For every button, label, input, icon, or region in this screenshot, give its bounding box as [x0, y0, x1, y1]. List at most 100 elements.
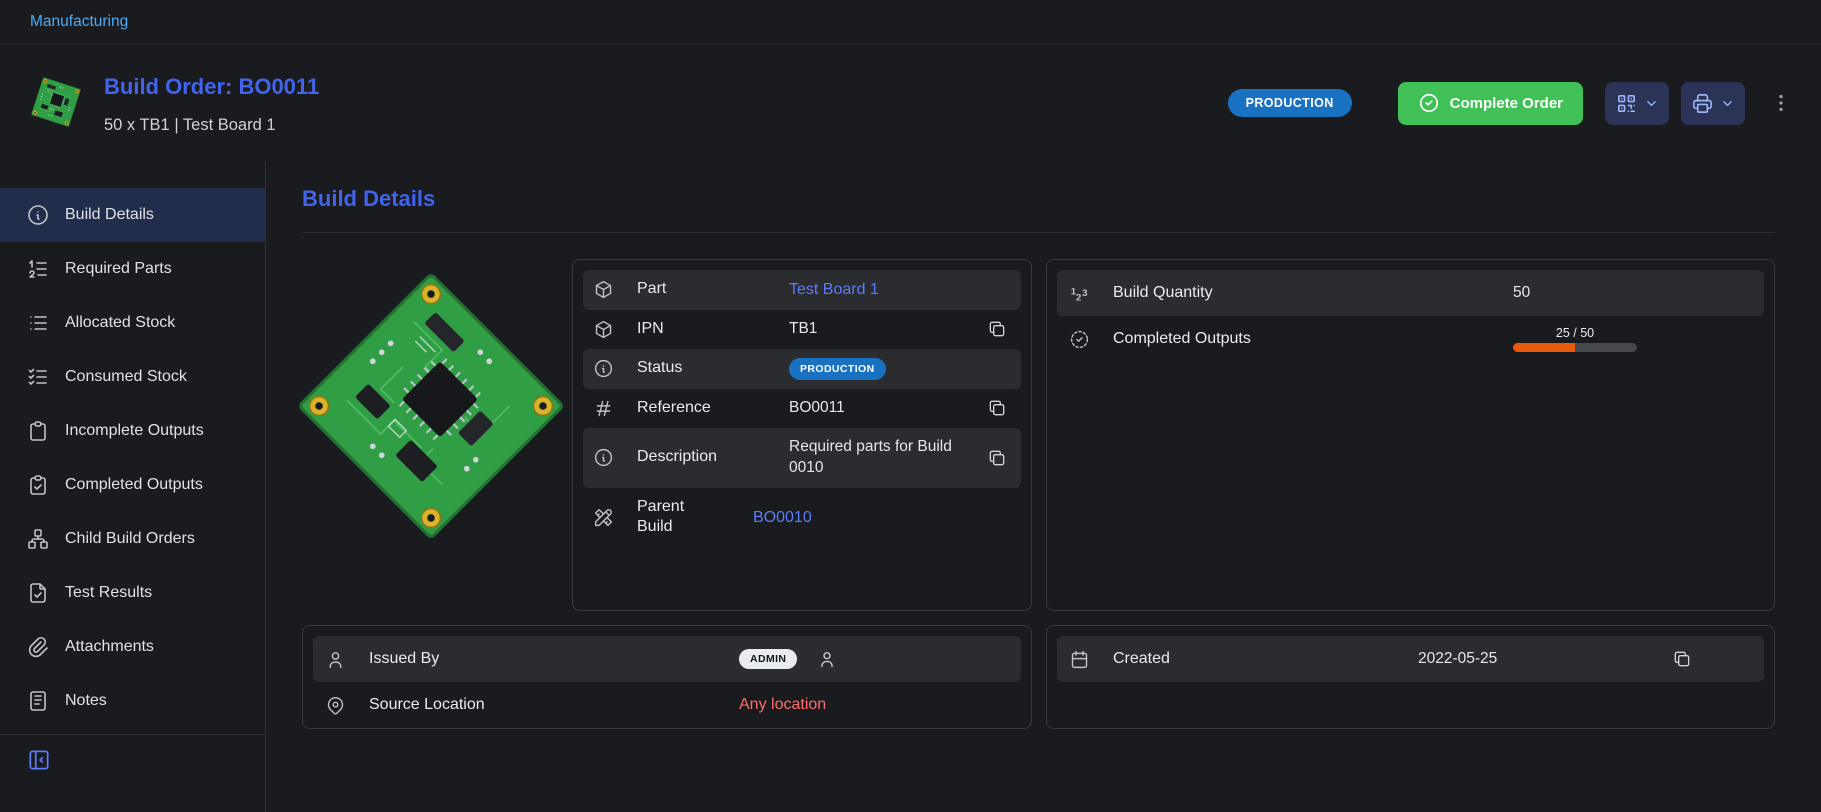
- build-details-panel: Part Test Board 1 IPN TB1 Status: [572, 259, 1032, 611]
- header-actions: PRODUCTION Complete Order: [1228, 82, 1795, 125]
- build-quantity-row: 123 Build Quantity 50: [1057, 270, 1764, 316]
- quantity-panel: 123 Build Quantity 50 Completed Outputs …: [1046, 259, 1775, 611]
- sidebar-item-label: Incomplete Outputs: [65, 422, 204, 440]
- sidebar-item-attachments[interactable]: Attachments: [0, 620, 265, 674]
- pcb-thumbnail-image: [31, 76, 81, 126]
- calendar-icon: [1069, 649, 1113, 670]
- sidebar-footer: [0, 734, 265, 778]
- header-title-group: Build Order: BO0011 50 x TB1 | Test Boar…: [30, 72, 319, 135]
- status-badge: PRODUCTION: [789, 358, 886, 380]
- detail-row-reference: Reference BO0011: [583, 389, 1021, 428]
- completed-outputs-row: Completed Outputs 25 / 50: [1057, 316, 1764, 362]
- sidebar-item-label: Completed Outputs: [65, 476, 203, 494]
- numbers-123-icon: 123: [1069, 283, 1113, 304]
- row-label: Build Quantity: [1113, 284, 1513, 302]
- source-location-value: Any location: [739, 696, 826, 714]
- build-quantity-value: 50: [1513, 284, 1530, 302]
- chevron-down-icon: [1720, 96, 1735, 111]
- sidebar-item-child-build-orders[interactable]: Child Build Orders: [0, 512, 265, 566]
- sidebar: Build Details Required Parts Allocated S…: [0, 162, 266, 812]
- completed-outputs-progress: 25 / 50: [1513, 326, 1637, 352]
- copy-reference-button[interactable]: [971, 398, 1011, 418]
- copy-created-button[interactable]: [1656, 649, 1696, 669]
- sidebar-item-label: Build Details: [65, 206, 154, 224]
- sidebar-item-incomplete-outputs[interactable]: Incomplete Outputs: [0, 404, 265, 458]
- pcb-image: [297, 272, 566, 541]
- copy-icon: [1672, 649, 1692, 669]
- print-actions-button[interactable]: [1681, 82, 1745, 125]
- copy-ipn-button[interactable]: [971, 319, 1011, 339]
- parent-build-link[interactable]: BO0010: [753, 507, 1011, 529]
- copy-icon: [987, 319, 1007, 339]
- clipboard-check-icon: [26, 473, 50, 497]
- section-heading: Build Details: [302, 186, 1775, 212]
- sidebar-collapse-icon: [26, 747, 52, 773]
- breadcrumb-link-manufacturing[interactable]: Manufacturing: [30, 13, 128, 31]
- package-icon: [593, 279, 637, 300]
- complete-order-label: Complete Order: [1450, 95, 1563, 112]
- sidebar-item-allocated-stock[interactable]: Allocated Stock: [0, 296, 265, 350]
- chevron-down-icon: [1644, 96, 1659, 111]
- sidebar-collapse-button[interactable]: [26, 747, 52, 773]
- detail-row-status: Status PRODUCTION: [583, 349, 1021, 389]
- printer-icon: [1691, 92, 1714, 115]
- svg-text:2: 2: [1076, 292, 1081, 303]
- info-circle-icon: [593, 447, 637, 468]
- list-icon: [26, 311, 50, 335]
- info-circle-icon: [26, 203, 50, 227]
- complete-order-button[interactable]: Complete Order: [1398, 82, 1583, 125]
- detail-row-part: Part Test Board 1: [583, 270, 1021, 310]
- svg-text:3: 3: [1082, 288, 1087, 299]
- reference-value: BO0011: [789, 398, 971, 419]
- paperclip-icon: [26, 635, 50, 659]
- part-image[interactable]: [302, 259, 560, 611]
- sidebar-item-consumed-stock[interactable]: Consumed Stock: [0, 350, 265, 404]
- build-thumbnail[interactable]: [30, 76, 82, 128]
- part-link[interactable]: Test Board 1: [789, 279, 1011, 301]
- detail-row-ipn: IPN TB1: [583, 310, 1021, 349]
- issued-by-badge: ADMIN: [739, 649, 797, 669]
- detail-label: IPN: [637, 319, 733, 340]
- sitemap-icon: [26, 527, 50, 551]
- barcode-actions-button[interactable]: [1605, 82, 1669, 125]
- created-row: Created 2022-05-25: [1057, 636, 1764, 682]
- user-icon: [817, 649, 837, 669]
- tools-icon: [593, 507, 637, 528]
- progress-track: [1513, 343, 1637, 352]
- sidebar-item-required-parts[interactable]: Required Parts: [0, 242, 265, 296]
- sidebar-item-label: Attachments: [65, 638, 154, 656]
- detail-label: Reference: [637, 398, 733, 419]
- row-label: Completed Outputs: [1113, 330, 1513, 348]
- list-numbers-icon: [26, 257, 50, 281]
- info-circle-icon: [593, 358, 637, 379]
- breadcrumb: Manufacturing: [0, 0, 1821, 44]
- circle-check-icon: [1418, 92, 1440, 114]
- hash-icon: [593, 398, 637, 419]
- progress-check-icon: [1069, 329, 1113, 350]
- sidebar-item-label: Test Results: [65, 584, 152, 602]
- page-header: Build Order: BO0011 50 x TB1 | Test Boar…: [0, 44, 1821, 162]
- source-location-row: Source Location Any location: [313, 682, 1021, 728]
- sidebar-item-build-details[interactable]: Build Details: [0, 188, 265, 242]
- issued-by-row: Issued By ADMIN: [313, 636, 1021, 682]
- sidebar-item-completed-outputs[interactable]: Completed Outputs: [0, 458, 265, 512]
- detail-label: Status: [637, 358, 733, 379]
- progress-fill: [1513, 343, 1575, 352]
- copy-icon: [987, 398, 1007, 418]
- detail-row-parent-build: Parent Build BO0010: [583, 488, 1021, 548]
- ipn-value: TB1: [789, 319, 971, 340]
- user-icon: [325, 649, 369, 670]
- detail-label: Parent Build: [637, 497, 697, 539]
- list-check-icon: [26, 365, 50, 389]
- detail-label: Description: [637, 447, 733, 468]
- created-value: 2022-05-25: [1418, 650, 1497, 668]
- main-content: Build Details Part Test Board 1: [266, 162, 1821, 812]
- copy-icon: [987, 448, 1007, 468]
- copy-description-button[interactable]: [971, 448, 1011, 468]
- sidebar-item-notes[interactable]: Notes: [0, 674, 265, 728]
- sidebar-item-test-results[interactable]: Test Results: [0, 566, 265, 620]
- clipboard-icon: [26, 419, 50, 443]
- overflow-menu-button[interactable]: [1767, 82, 1795, 125]
- map-pin-icon: [325, 695, 369, 716]
- sidebar-item-label: Notes: [65, 692, 107, 710]
